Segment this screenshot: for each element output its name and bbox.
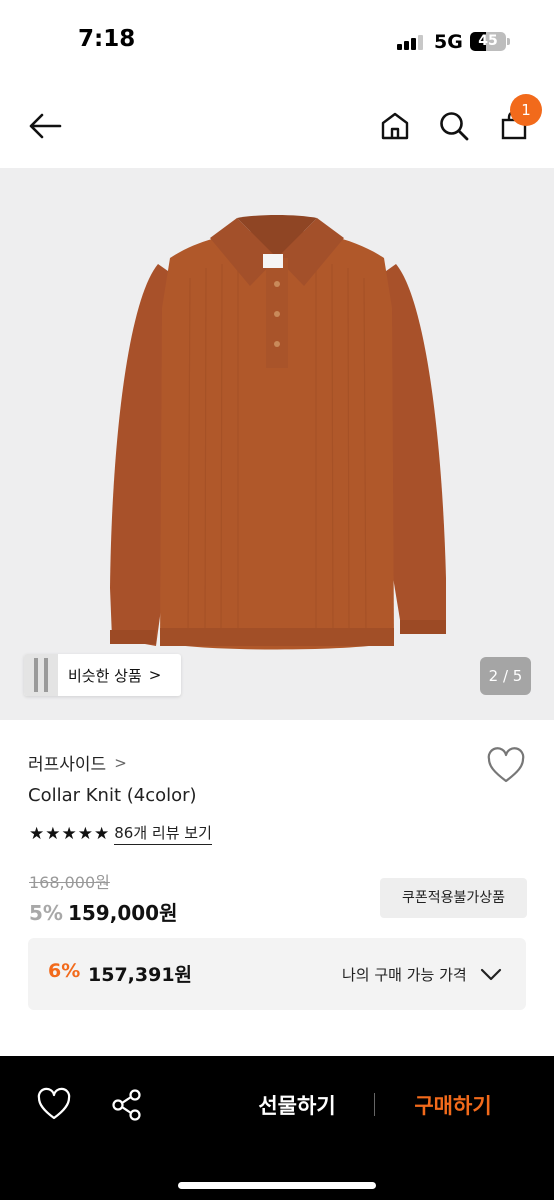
original-price: 168,000원 xyxy=(29,873,110,892)
divider xyxy=(374,1093,375,1116)
product-image-gallery[interactable]: 비슷한 상품 > 2 / 5 xyxy=(0,168,554,720)
arrow-left-icon xyxy=(29,113,62,139)
battery-level: 45 xyxy=(478,33,498,49)
battery-cap xyxy=(507,38,510,45)
product-name: Collar Knit (4color) xyxy=(28,785,197,806)
search-icon xyxy=(440,112,469,141)
home-indicator xyxy=(178,1182,376,1189)
battery-icon: 45 xyxy=(470,32,506,51)
network-type: 5G xyxy=(434,31,463,53)
share-button[interactable] xyxy=(108,1086,146,1124)
brand-link[interactable]: 러프사이드 > xyxy=(28,750,127,776)
home-icon xyxy=(381,112,409,140)
image-page-indicator: 2 / 5 xyxy=(480,657,531,695)
star-rating: ★ ★ ★ ★ ★ xyxy=(29,824,110,844)
star-icon: ★ xyxy=(77,823,93,844)
sweater-product-image xyxy=(110,215,446,650)
share-icon xyxy=(112,1089,141,1121)
review-link[interactable]: 86개 리뷰 보기 xyxy=(114,822,212,845)
star-icon: ★ xyxy=(94,823,110,844)
star-icon: ★ xyxy=(29,823,45,844)
back-button[interactable] xyxy=(22,104,68,148)
chevron-right-icon: > xyxy=(148,666,162,684)
star-icon: ★ xyxy=(45,823,61,844)
heart-icon xyxy=(37,1087,71,1120)
bottom-action-bar: 선물하기 구매하기 xyxy=(0,1056,554,1200)
heart-outline-icon xyxy=(487,747,525,783)
star-icon: ★ xyxy=(61,823,77,844)
search-button[interactable] xyxy=(433,104,475,148)
cart-count-badge: 1 xyxy=(510,94,542,126)
similar-products-button[interactable]: 비슷한 상품 > xyxy=(24,654,181,696)
price-row: 5% 159,000원 xyxy=(29,897,177,926)
chevron-right-icon: > xyxy=(114,753,127,772)
similar-products-label: 비슷한 상품 xyxy=(68,666,142,685)
chevron-down-icon xyxy=(480,968,502,981)
status-bar: 7:18 5G 45 xyxy=(0,0,554,84)
signal-icon xyxy=(397,34,423,50)
my-price-value: 157,391원 xyxy=(88,964,193,986)
rating-row: ★ ★ ★ ★ ★ 86개 리뷰 보기 xyxy=(29,822,212,845)
buy-button[interactable]: 구매하기 xyxy=(396,1086,510,1126)
my-price-label: 나의 구매 가능 가격 xyxy=(342,966,467,984)
discount-rate: 5% xyxy=(29,901,63,925)
status-time: 7:18 xyxy=(78,26,136,52)
my-price-panel[interactable]: 6% 157,391원 나의 구매 가능 가격 xyxy=(28,938,526,1010)
gift-button[interactable]: 선물하기 xyxy=(240,1086,354,1126)
top-nav xyxy=(0,84,554,168)
brand-name: 러프사이드 xyxy=(28,755,107,775)
similar-product-thumbnail xyxy=(24,654,58,696)
my-discount-rate: 6% xyxy=(48,960,81,982)
like-button[interactable] xyxy=(34,1086,74,1124)
coupon-unavailable-badge: 쿠폰적용불가상품 xyxy=(380,878,527,918)
home-button[interactable] xyxy=(375,104,415,148)
sale-price: 159,000원 xyxy=(67,901,178,925)
wishlist-button[interactable] xyxy=(484,746,528,786)
